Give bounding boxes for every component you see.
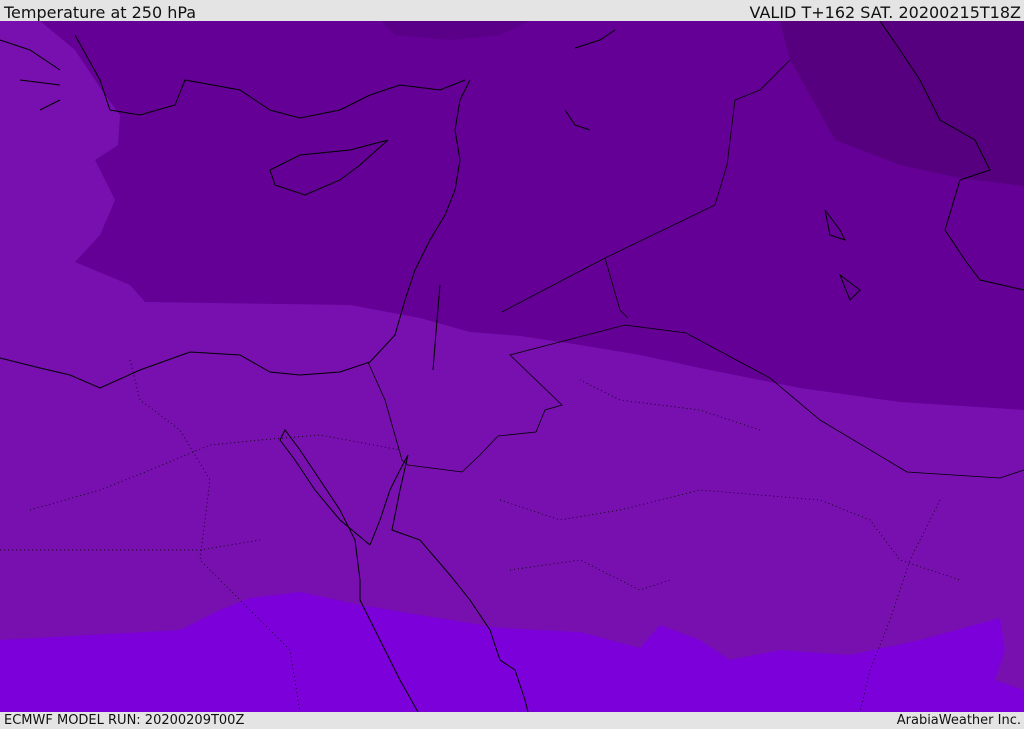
footer-bar: ECMWF MODEL RUN: 20200209T00Z ArabiaWeat… <box>0 712 1024 729</box>
temperature-map <box>0 21 1024 712</box>
header-bar: Temperature at 250 hPa VALID T+162 SAT. … <box>0 0 1024 21</box>
valid-time: VALID T+162 SAT. 20200215T18Z <box>749 3 1021 22</box>
credit: ArabiaWeather Inc. <box>896 713 1021 728</box>
model-run: ECMWF MODEL RUN: 20200209T00Z <box>4 713 245 728</box>
map-title: Temperature at 250 hPa <box>4 3 197 22</box>
